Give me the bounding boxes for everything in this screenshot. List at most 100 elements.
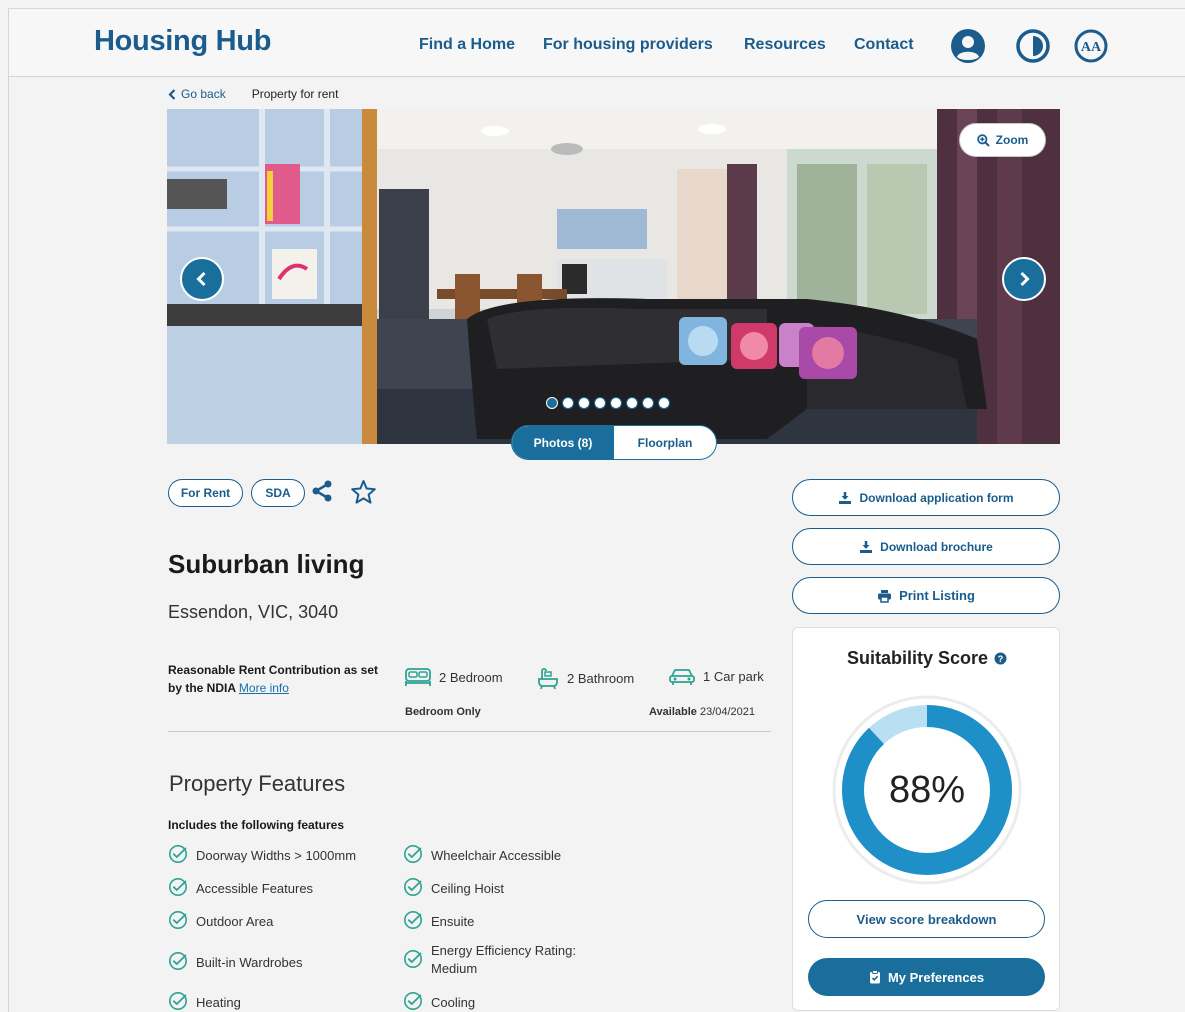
bed-icon	[405, 668, 431, 686]
print-listing-label: Print Listing	[899, 588, 975, 603]
feature-item: Wheelchair Accessible	[403, 844, 561, 867]
nav-for-housing-providers[interactable]: For housing providers	[543, 36, 713, 54]
clipboard-check-icon	[869, 970, 880, 984]
go-back-label: Go back	[181, 87, 226, 101]
carousel-dot[interactable]	[594, 397, 606, 409]
score-title: Suitability Score ?	[793, 648, 1061, 669]
carousel-dot[interactable]	[578, 397, 590, 409]
carousel-dot[interactable]	[562, 397, 574, 409]
tag-sda[interactable]: SDA	[251, 479, 305, 507]
check-circle-icon	[403, 910, 423, 933]
account-icon[interactable]	[950, 28, 986, 64]
breadcrumb-current: Property for rent	[251, 87, 339, 101]
score-title-text: Suitability Score	[846, 648, 989, 668]
bedroom-only-label: Bedroom Only	[405, 706, 481, 718]
tag-for-rent[interactable]: For Rent	[168, 479, 243, 507]
feature-item: Ensuite	[403, 910, 474, 933]
feature-label: Heating	[196, 994, 241, 1010]
property-location: Essendon, VIC, 3040	[168, 602, 339, 622]
feature-item: Energy Efficiency Rating: Medium	[403, 942, 603, 978]
section-divider	[168, 731, 771, 732]
check-circle-icon	[168, 877, 188, 900]
feature-item: Cooling	[403, 991, 475, 1012]
print-listing-button[interactable]: Print Listing	[792, 577, 1060, 614]
previous-photo-button[interactable]	[180, 257, 224, 301]
bedroom-count: 2 Bedroom	[404, 666, 503, 688]
feature-label: Outdoor Area	[196, 913, 274, 929]
property-title: Suburban living	[168, 549, 365, 579]
feature-label: Wheelchair Accessible	[431, 847, 562, 863]
feature-item: Heating	[168, 991, 241, 1012]
check-circle-icon	[168, 951, 188, 974]
download-brochure-button[interactable]: Download brochure	[792, 528, 1060, 565]
next-photo-button[interactable]	[1002, 257, 1046, 301]
tab-floorplan[interactable]: Floorplan	[614, 426, 716, 459]
nav-resources[interactable]: Resources	[744, 36, 826, 54]
availability: Available 23/04/2021	[649, 706, 755, 718]
help-icon[interactable]: ?	[994, 652, 1007, 665]
zoom-label: Zoom	[995, 133, 1029, 147]
breadcrumb: Go back Property for rent	[168, 87, 338, 101]
chevron-left-icon	[168, 88, 176, 100]
carousel-dot[interactable]	[658, 397, 670, 409]
site-logo[interactable]: Housing Hub	[94, 25, 271, 58]
download-form-label: Download application form	[859, 490, 1014, 505]
contrast-icon[interactable]	[1015, 28, 1051, 64]
share-icon[interactable]	[311, 480, 333, 507]
check-circle-icon	[403, 991, 423, 1012]
my-preferences-label: My Preferences	[887, 969, 985, 985]
go-back-link[interactable]: Go back	[168, 87, 226, 101]
chevron-right-icon	[1020, 271, 1030, 287]
rent-contribution-note: Reasonable Rent Contribution as set by t…	[168, 661, 393, 697]
carousel-dot[interactable]	[546, 397, 558, 409]
carpark-count: 1 Car park	[668, 666, 764, 686]
carousel-dot[interactable]	[610, 397, 622, 409]
check-circle-icon	[403, 877, 423, 900]
feature-item: Accessible Features	[168, 877, 313, 900]
nav-find-a-home[interactable]: Find a Home	[419, 36, 515, 54]
tab-photos[interactable]: Photos (8)	[512, 426, 614, 459]
printer-icon	[878, 589, 892, 603]
feature-item: Ceiling Hoist	[403, 877, 504, 900]
zoom-in-icon	[976, 133, 990, 147]
bedroom-label: 2 Bedroom	[439, 669, 503, 685]
feature-label: Ensuite	[431, 913, 475, 929]
zoom-button[interactable]: Zoom	[959, 123, 1046, 157]
chevron-left-icon	[196, 271, 206, 287]
check-circle-icon	[168, 991, 188, 1012]
check-circle-icon	[403, 844, 423, 867]
my-preferences-button[interactable]: My Preferences	[808, 958, 1045, 996]
suitability-score-card: Suitability Score ? 88% View score break…	[792, 627, 1060, 1011]
carpark-label: 1 Car park	[703, 668, 764, 684]
check-circle-icon	[168, 844, 188, 867]
favourite-star-icon[interactable]	[350, 479, 377, 510]
features-heading: Property Features	[169, 771, 346, 796]
score-value: 88%	[888, 768, 966, 811]
svg-text:AA: AA	[1081, 40, 1102, 55]
feature-item: Doorway Widths > 1000mm	[168, 844, 356, 867]
view-score-breakdown-button[interactable]: View score breakdown	[808, 900, 1045, 938]
available-date: 23/04/2021	[699, 706, 756, 718]
carousel-dots	[546, 397, 670, 409]
feature-label: Doorway Widths > 1000mm	[196, 847, 357, 863]
feature-label: Energy Efficiency Rating: Medium	[431, 943, 576, 976]
bath-icon	[538, 668, 558, 690]
features-subheading: Includes the following features	[168, 818, 345, 832]
site-header: Housing Hub Find a Home For housing prov…	[9, 9, 1185, 77]
available-label: Available	[649, 706, 697, 718]
carousel-dot[interactable]	[642, 397, 654, 409]
nav-contact[interactable]: Contact	[854, 36, 914, 54]
download-icon	[839, 491, 852, 504]
text-size-icon[interactable]: AA	[1073, 28, 1109, 64]
feature-item: Outdoor Area	[168, 910, 273, 933]
feature-label: Ceiling Hoist	[431, 880, 504, 896]
more-info-link[interactable]: More info	[239, 681, 289, 695]
bathroom-label: 2 Bathroom	[567, 670, 635, 686]
download-application-form-button[interactable]: Download application form	[792, 479, 1060, 516]
feature-label: Built-in Wardrobes	[196, 954, 303, 970]
svg-text:?: ?	[998, 654, 1004, 664]
photo-gallery[interactable]: Zoom	[167, 109, 1060, 444]
carousel-dot[interactable]	[626, 397, 638, 409]
check-circle-icon	[168, 910, 188, 933]
check-circle-icon	[403, 949, 423, 972]
